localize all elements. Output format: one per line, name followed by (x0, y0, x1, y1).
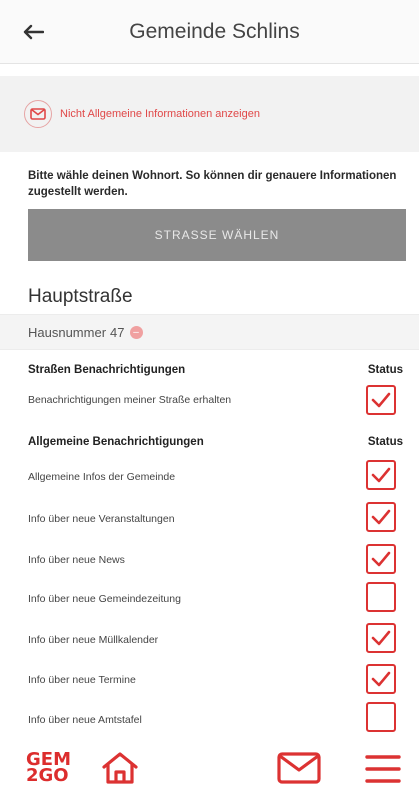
house-number-row: Hausnummer 47 – (0, 314, 419, 350)
info-toggle-row[interactable]: Nicht Allgemeine Informationen anzeigen (0, 76, 419, 152)
home-button[interactable] (100, 750, 140, 786)
notification-label: Benachrichtigungen meiner Straße erhalte… (28, 394, 232, 406)
menu-button[interactable] (365, 754, 401, 784)
section-status-label: Status (367, 364, 403, 376)
notification-label: Info über neue Gemeindezeitung (28, 593, 181, 605)
bottom-nav: GEM 2GO (0, 736, 419, 802)
notification-checkbox[interactable] (366, 582, 396, 612)
notification-label: Allgemeine Infos der Gemeinde (28, 471, 176, 483)
checkmark-icon (371, 671, 391, 687)
app-header: Gemeinde Schlins (0, 0, 419, 64)
info-toggle-link[interactable]: Nicht Allgemeine Informationen anzeigen (60, 108, 260, 120)
notification-label: Info über neue Amtstafel (28, 714, 142, 726)
section-status-label: Status (367, 436, 403, 448)
section-title-general: Allgemeine Benachrichtigungen (28, 436, 204, 448)
notification-checkbox[interactable] (366, 544, 396, 574)
main-content: Nicht Allgemeine Informationen anzeigen … (0, 64, 419, 736)
notification-checkbox[interactable] (366, 623, 396, 653)
gem2go-logo: GEM 2GO (26, 751, 71, 786)
notification-checkbox[interactable] (366, 664, 396, 694)
notification-checkbox[interactable] (366, 702, 396, 732)
mail-button[interactable] (277, 752, 321, 784)
notification-label: Info über neue News (28, 554, 125, 566)
section-title-street: Straßen Benachrichtigungen (28, 364, 186, 376)
house-number-label: Hausnummer (28, 324, 107, 340)
menu-icon (365, 755, 401, 783)
checkmark-icon (371, 509, 391, 525)
back-button[interactable] (18, 18, 48, 46)
checkmark-icon (371, 551, 391, 567)
notification-label: Info über neue Termine (28, 674, 136, 686)
mail-icon (24, 100, 52, 128)
arrow-left-icon (23, 24, 44, 40)
logo-line2: 2GO (26, 765, 69, 786)
checkmark-icon (371, 630, 391, 646)
remove-icon[interactable]: – (129, 325, 143, 339)
notification-checkbox[interactable] (366, 385, 396, 415)
checkmark-icon (371, 467, 391, 483)
location-hint: Bitte wähle deinen Wohnort. So können di… (28, 170, 397, 198)
notification-checkbox[interactable] (366, 460, 396, 490)
page-title: Gemeinde Schlins (129, 19, 300, 43)
notification-checkbox[interactable] (366, 502, 396, 532)
checkmark-icon (371, 392, 391, 408)
mail-icon (277, 752, 321, 784)
notification-label: Info über neue Müllkalender (28, 634, 159, 646)
house-number-value: 47 (110, 324, 125, 340)
home-icon (102, 752, 138, 784)
select-street-button[interactable]: STRASSE WÄHLEN (28, 209, 406, 261)
notification-label: Info über neue Veranstaltungen (28, 513, 175, 525)
street-name: Hauptstraße (28, 286, 133, 307)
